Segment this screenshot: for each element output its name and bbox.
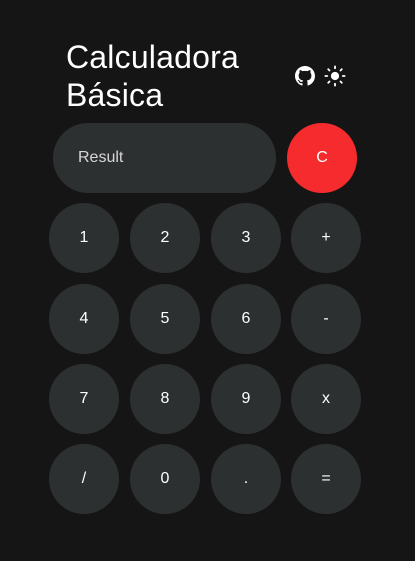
key-7-button[interactable]: 7 [49, 364, 119, 434]
key-6-button[interactable]: 6 [211, 284, 281, 354]
page-title: Calculadora Básica [66, 38, 276, 114]
result-display: Result [53, 123, 276, 193]
multiply-button[interactable]: x [291, 364, 361, 434]
key-8-button[interactable]: 8 [130, 364, 200, 434]
github-icon[interactable] [294, 65, 316, 87]
key-5-button[interactable]: 5 [130, 284, 200, 354]
divide-button[interactable]: / [49, 444, 119, 514]
result-placeholder: Result [78, 149, 124, 166]
key-3-button[interactable]: 3 [211, 203, 281, 273]
key-2-button[interactable]: 2 [130, 203, 200, 273]
key-9-button[interactable]: 9 [211, 364, 281, 434]
clear-button[interactable]: C [287, 123, 357, 193]
decimal-point-button[interactable]: . [211, 444, 281, 514]
key-4-button[interactable]: 4 [49, 284, 119, 354]
key-0-button[interactable]: 0 [130, 444, 200, 514]
equals-button[interactable]: = [291, 444, 361, 514]
minus-button[interactable]: - [291, 284, 361, 354]
calculator-page: Calculadora Básica Result C 1 2 3 + 4 5 … [0, 0, 415, 561]
sun-icon[interactable] [324, 65, 346, 87]
title-line-2: Básica [66, 77, 164, 113]
plus-button[interactable]: + [291, 203, 361, 273]
key-1-button[interactable]: 1 [49, 203, 119, 273]
title-line-1: Calculadora [66, 39, 239, 75]
